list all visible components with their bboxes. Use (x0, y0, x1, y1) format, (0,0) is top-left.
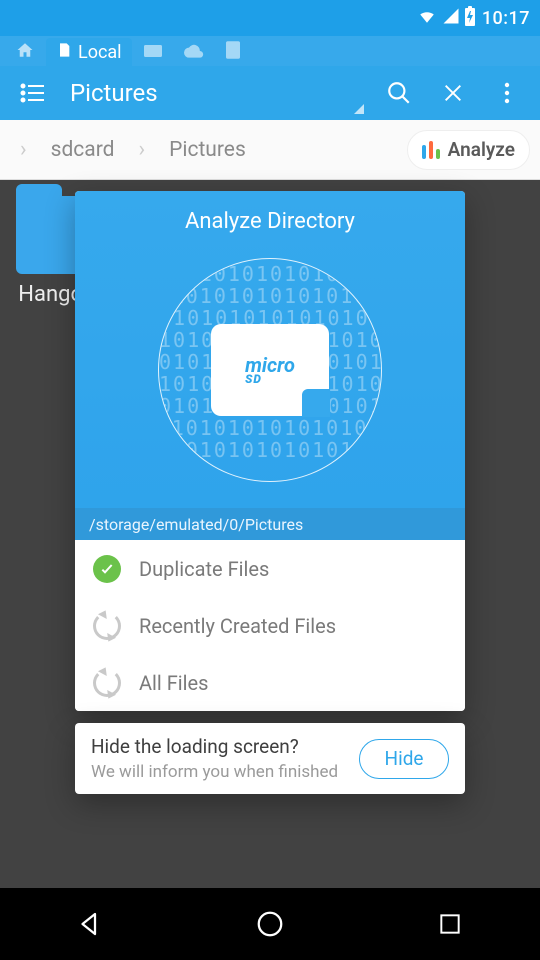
analyze-item-duplicate: Duplicate Files (75, 540, 465, 597)
hide-button-label: Hide (385, 747, 424, 770)
sd-illustration: 0101010101011010101010101001010101010101… (158, 258, 382, 482)
hide-card-title: Hide the loading screen? (91, 735, 338, 758)
analyze-item-label: All Files (139, 671, 208, 695)
refresh-icon (93, 669, 121, 697)
hide-loading-card: Hide the loading screen? We will inform … (75, 723, 465, 794)
analyze-item-all: All Files (75, 654, 465, 711)
analyze-item-label: Duplicate Files (139, 557, 269, 581)
analyze-item-recent: Recently Created Files (75, 597, 465, 654)
analyze-progress-list: Duplicate Files Recently Created Files A… (75, 540, 465, 711)
refresh-icon (93, 612, 121, 640)
dialog-header: Analyze Directory 0101010101011010101010… (75, 191, 465, 540)
modal-overlay: Analyze Directory 0101010101011010101010… (0, 0, 540, 960)
check-circle-icon (93, 555, 121, 583)
microsd-icon: microSD (211, 324, 329, 416)
analyze-path: /storage/emulated/0/Pictures (75, 508, 465, 540)
analyze-dialog: Analyze Directory 0101010101011010101010… (75, 191, 465, 711)
hide-button[interactable]: Hide (359, 739, 449, 779)
hide-card-subtitle: We will inform you when finished (91, 762, 338, 782)
dialog-title: Analyze Directory (185, 209, 355, 234)
analyze-item-label: Recently Created Files (139, 614, 336, 638)
